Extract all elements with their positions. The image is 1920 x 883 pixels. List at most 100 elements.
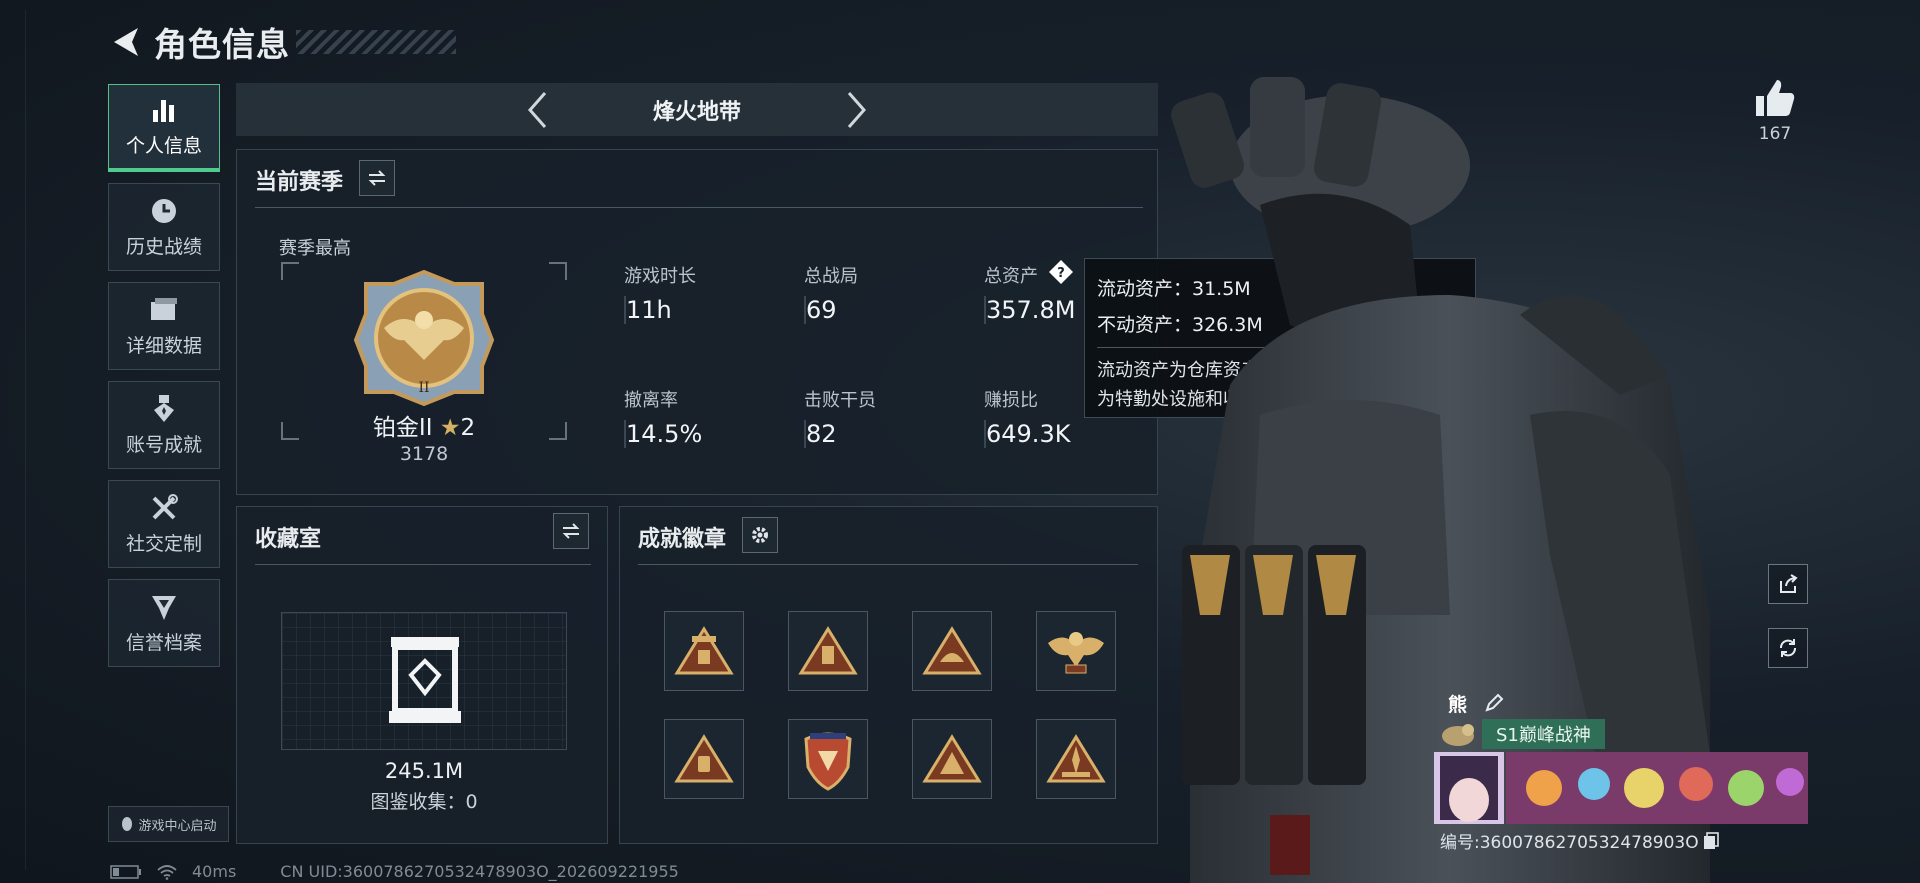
stat-label: 游戏时长 (624, 266, 696, 287)
badge-triangle-icon (798, 626, 858, 675)
achievement-badge-4[interactable] (1036, 611, 1116, 691)
badge-triangle-icon (922, 734, 982, 783)
gear-icon (752, 527, 768, 543)
collection-value: 245.1M (384, 759, 464, 783)
collection-switch-button[interactable] (553, 513, 589, 549)
mode-selector: 烽火地带 (236, 83, 1158, 136)
emblem-icon (149, 592, 179, 622)
achievements-settings-button[interactable] (742, 517, 778, 553)
collection-display[interactable] (281, 612, 567, 750)
star-icon: ★ (439, 415, 461, 441)
status-bar: 40ms CN UID:3600786270532478903O_2026092… (110, 862, 679, 881)
refresh-button[interactable] (1768, 628, 1808, 668)
svg-text:II: II (418, 380, 429, 396)
sidebar-item-history[interactable]: 历史战绩 (108, 183, 220, 271)
stat-value: 14.5% (624, 420, 784, 448)
wifi-icon (157, 864, 177, 880)
penguin-icon (122, 817, 133, 831)
title-row: S1巅峰战神 (1438, 719, 1605, 749)
badge-eagle-icon (1048, 632, 1104, 674)
title-tag: S1巅峰战神 (1482, 719, 1605, 749)
sidebar-item-label: 个人信息 (125, 135, 202, 157)
player-name: 熊 (1448, 690, 1504, 718)
mode-prev-button[interactable] (517, 88, 557, 132)
stat-play-time: 游戏时长 11h (624, 262, 784, 324)
collection-divider (255, 564, 591, 565)
sidebar-item-social[interactable]: 社交定制 (108, 480, 220, 568)
asset-help-icon[interactable]: ? (1047, 258, 1075, 286)
refresh-icon (1780, 639, 1796, 657)
rank-emblem-icon: II (354, 270, 494, 406)
swap-icon (368, 170, 386, 186)
game-center-launch-button[interactable]: 游戏中心启动 (108, 806, 229, 842)
stat-value: 82 (804, 420, 964, 448)
decor-lines (25, 10, 115, 870)
achievement-badge-7[interactable] (912, 719, 992, 799)
sidebar-item-personal-info[interactable]: 个人信息 (108, 84, 220, 172)
bar-chart-icon (149, 95, 179, 125)
season-divider (255, 207, 1143, 208)
season-panel: 当前赛季 赛季最高 II 铂金II ★2 3178 游戏时长 11h 总战局 6… (236, 149, 1158, 495)
sidebar-item-achievements[interactable]: 账号成就 (108, 381, 220, 469)
season-best-label: 赛季最高 (279, 238, 351, 259)
back-button[interactable] (108, 22, 144, 62)
sidebar-item-label: 历史战绩 (125, 235, 202, 258)
collection-count: 图鉴收集：0 (370, 791, 478, 813)
rank-stars: 2 (460, 415, 476, 441)
badge-shield-icon (804, 732, 852, 791)
badge-triangle-icon (674, 626, 734, 675)
battery-icon (110, 864, 141, 879)
stat-extraction-rate: 撤离率 14.5% (624, 386, 784, 448)
stat-label: 撤离率 (624, 390, 678, 411)
achievement-badge-8[interactable] (1036, 719, 1116, 799)
player-name-text: 熊 (1448, 694, 1468, 716)
stat-value: 11h (624, 296, 784, 324)
stat-total-matches: 总战局 69 (804, 262, 964, 324)
rank-name: 铂金II ★2 (281, 408, 567, 442)
stat-kills: 击败干员 82 (804, 386, 964, 448)
chevron-left-icon (527, 91, 547, 128)
achievement-badge-1[interactable] (664, 611, 744, 691)
achievement-badge-6[interactable] (788, 719, 868, 799)
chevron-right-icon (847, 91, 867, 128)
sidebar: 个人信息 历史战绩 详细数据 账号成就 社交定制 信誉档案 (108, 84, 220, 678)
thumbs-up-icon (1756, 80, 1795, 116)
sidebar-item-details[interactable]: 详细数据 (108, 282, 220, 370)
player-id-text: 编号:3600786270532478903O (1440, 833, 1699, 853)
sidebar-item-credit[interactable]: 信誉档案 (108, 579, 220, 667)
achievement-badge-2[interactable] (788, 611, 868, 691)
collection-panel: 收藏室 245.1M 图鉴收集：0 (236, 506, 608, 844)
achievement-badge-3[interactable] (912, 611, 992, 691)
like-button[interactable]: 167 (1748, 78, 1802, 144)
sidebar-item-label: 账号成就 (125, 433, 202, 456)
copy-icon[interactable] (1703, 831, 1719, 850)
title-decoration (296, 30, 456, 54)
sidebar-item-label: 社交定制 (125, 532, 202, 555)
svg-text:?: ? (1057, 266, 1065, 281)
launch-label: 游戏中心启动 (138, 818, 217, 834)
profile-card: 熊 S1巅峰战神 编号:3600786270532478903O (1430, 684, 1808, 853)
clock-icon (149, 196, 179, 226)
achievements-title: 成就徽章 (638, 527, 727, 552)
achievements-panel: 成就徽章 (619, 506, 1158, 844)
sidebar-item-label: 详细数据 (125, 334, 202, 357)
dino-title-icon (1442, 724, 1474, 746)
badge-triangle-icon (922, 626, 982, 675)
ping-text: 40ms (192, 862, 237, 881)
badge-triangle-icon (674, 734, 734, 783)
share-icon (1780, 574, 1798, 593)
season-title: 当前赛季 (255, 170, 344, 195)
edit-icon[interactable] (1484, 693, 1504, 718)
season-switch-button[interactable] (359, 160, 395, 196)
profile-banner[interactable] (1434, 752, 1808, 824)
folder-icon (149, 295, 179, 325)
achievements-divider (638, 564, 1138, 565)
mode-next-button[interactable] (837, 88, 877, 132)
swap-icon (562, 523, 580, 539)
display-case-icon (389, 637, 461, 723)
back-arrow-icon (114, 28, 138, 56)
achievement-badge-5[interactable] (664, 719, 744, 799)
stat-label: 击败干员 (804, 390, 876, 411)
rank-name-text: 铂金II (372, 415, 433, 441)
share-button[interactable] (1768, 564, 1808, 604)
